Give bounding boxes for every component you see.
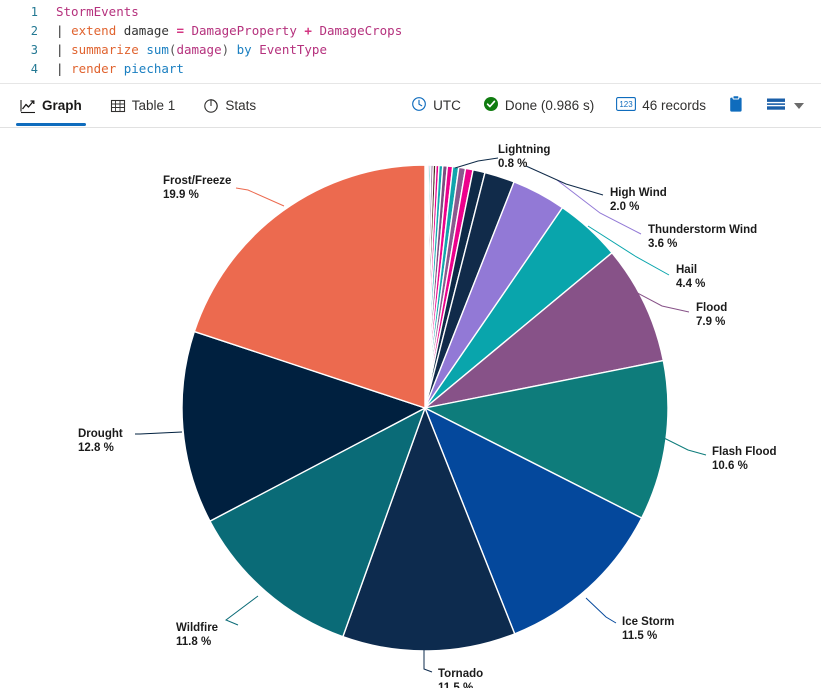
slice-label-value: 19.9 % xyxy=(163,189,199,201)
slice-label-value: 11.8 % xyxy=(176,636,211,648)
record-count: 123 46 records xyxy=(609,97,713,114)
code-token: by xyxy=(236,42,252,57)
leader-line xyxy=(585,597,617,624)
slice-label-name: Flood xyxy=(696,302,727,314)
timezone-label: UTC xyxy=(433,98,461,113)
slice-label-value: 3.6 % xyxy=(648,238,677,250)
code-token: damage xyxy=(176,42,222,57)
tab-stats[interactable]: Stats xyxy=(189,84,270,128)
code-text[interactable]: | render piechart xyxy=(48,61,821,76)
line-number: 1 xyxy=(30,4,38,19)
results-toolbar: Graph Table 1 Stats UTC Done (0.986 s) 1… xyxy=(0,84,821,128)
code-token: StormEvents xyxy=(56,4,139,19)
line-chart-icon xyxy=(20,98,36,114)
line-number: 4 xyxy=(30,61,38,76)
code-token: = xyxy=(176,23,184,38)
leader-line xyxy=(135,431,183,435)
status-strip: UTC Done (0.986 s) 123 46 records xyxy=(404,95,821,116)
pie-slices[interactable] xyxy=(181,164,669,652)
code-token: DamageProperty xyxy=(191,23,297,38)
pie-chart[interactable]: Frost/Freeze 19.9 % Drought 12.8 % Wildfire 1… xyxy=(0,128,821,688)
leader-line xyxy=(454,157,499,169)
code-token: | xyxy=(56,42,72,57)
code-token: ) xyxy=(221,42,230,57)
slice-label-value: 11.5 % xyxy=(622,630,657,642)
code-token: DamageCrops xyxy=(319,23,403,38)
code-text[interactable]: StormEvents xyxy=(48,4,821,19)
number-123-icon: 123 xyxy=(616,97,637,114)
code-token: EventType xyxy=(259,42,327,57)
code-token: render xyxy=(71,61,117,76)
tab-graph[interactable]: Graph xyxy=(6,84,96,128)
query-editor[interactable]: 1 StormEvents 2 | extend damage = DamagePro… xyxy=(0,0,821,84)
code-line[interactable]: 1 StormEvents xyxy=(0,2,821,21)
code-token: | xyxy=(56,23,72,38)
code-line[interactable]: 4 | render piechart xyxy=(0,59,821,78)
query-state: Done (0.986 s) xyxy=(476,96,601,115)
leader-line xyxy=(663,437,707,456)
clock-icon xyxy=(411,96,427,115)
code-token: | xyxy=(56,61,72,76)
code-line[interactable]: 2 | extend damage = DamageProperty + Dama… xyxy=(0,21,821,40)
code-lines[interactable]: 1 StormEvents 2 | extend damage = DamagePro… xyxy=(0,2,821,78)
code-token: summarize xyxy=(71,42,139,57)
pie-chart-container[interactable]: Frost/Freeze 19.9 % Drought 12.8 % Wildfire 1… xyxy=(0,128,821,688)
leader-line xyxy=(525,165,604,196)
svg-text:123: 123 xyxy=(620,100,634,109)
slice-label-value: 11.5 % xyxy=(438,682,473,688)
code-text[interactable]: | summarize sum(damage) by EventType xyxy=(48,42,821,57)
code-token: extend xyxy=(71,23,117,38)
table-icon xyxy=(110,98,126,114)
chevron-down-icon[interactable] xyxy=(794,102,804,109)
layout-menu-button[interactable] xyxy=(759,96,811,115)
tab-graph-label: Graph xyxy=(42,98,82,113)
query-results-page: 1 StormEvents 2 | extend damage = DamagePro… xyxy=(0,0,821,688)
code-token: damage xyxy=(116,23,177,38)
tab-table-label: Table 1 xyxy=(131,98,176,113)
slice-label-name: Lightning xyxy=(498,144,550,156)
leader-line xyxy=(225,595,259,626)
line-number: 2 xyxy=(30,23,38,38)
row-layout-icon xyxy=(766,96,786,115)
slice-label-value: 2.0 % xyxy=(610,201,639,213)
tab-stats-label: Stats xyxy=(225,98,257,113)
success-check-icon xyxy=(483,96,499,115)
slice-label-name: Wildfire xyxy=(176,622,218,634)
slice-label-value: 4.4 % xyxy=(676,278,705,290)
slice-label-value: 7.9 % xyxy=(696,316,725,328)
code-token: sum xyxy=(146,42,169,57)
slice-label-name: Flash Flood xyxy=(712,446,777,458)
slice-label-name: Hail xyxy=(676,264,697,276)
code-line[interactable]: 3 | summarize sum(damage) by EventType xyxy=(0,40,821,59)
slice-label-name: Frost/Freeze xyxy=(163,175,231,187)
tab-table[interactable]: Table 1 xyxy=(96,84,190,128)
slice-label-value: 10.6 % xyxy=(712,460,748,472)
result-tabs: Graph Table 1 Stats xyxy=(0,84,270,128)
line-number: 3 xyxy=(30,42,38,57)
slice-label-name: Ice Storm xyxy=(622,616,674,628)
query-state-label: Done (0.986 s) xyxy=(504,98,595,113)
slice-label-name: Thunderstorm Wind xyxy=(648,224,757,236)
slice-label-value: 0.8 % xyxy=(498,158,527,170)
timezone-indicator[interactable]: UTC xyxy=(404,96,468,115)
copy-to-clipboard-button[interactable] xyxy=(721,95,751,116)
slice-label-name: High Wind xyxy=(610,187,667,199)
clipboard-icon xyxy=(728,95,744,116)
stats-icon xyxy=(203,98,219,114)
code-text[interactable]: | extend damage = DamageProperty + Damag… xyxy=(48,23,821,38)
slice-label-name: Drought xyxy=(78,428,123,440)
leader-line xyxy=(423,650,433,673)
code-token: piechart xyxy=(123,61,184,76)
record-count-label: 46 records xyxy=(642,98,706,113)
leader-line xyxy=(235,187,285,207)
slice-label-name: Tornado xyxy=(438,668,483,680)
slice-label-value: 12.8 % xyxy=(78,442,114,454)
code-token: + xyxy=(296,23,320,38)
